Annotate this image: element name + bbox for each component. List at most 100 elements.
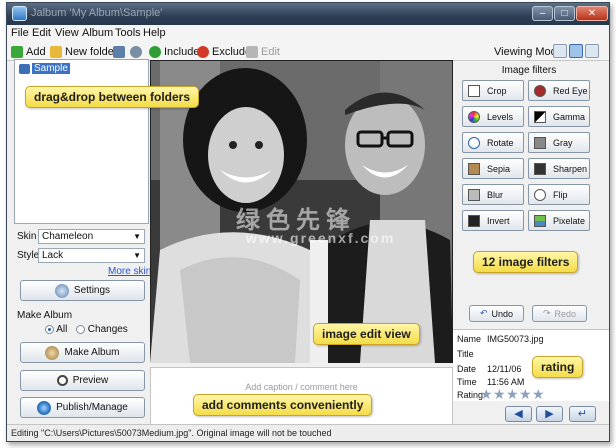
radio-changes-label: Changes	[87, 324, 128, 335]
make-album-group-label: Make Album	[17, 310, 73, 321]
rating-star-icon[interactable]: ★	[506, 387, 519, 401]
filter-gamma-label: Gamma	[553, 111, 586, 122]
thumbnail-view-icon[interactable]	[553, 44, 567, 58]
skin-select[interactable]: Chameleon ▼	[38, 229, 145, 244]
toolbar: Add New folder Include Exclude Edit View…	[7, 41, 609, 61]
menu-bar: File Edit View Album Tools Help	[7, 25, 609, 41]
close-button[interactable]: ✕	[576, 6, 608, 21]
app-window: Jalbum 'My Album\Sample' – □ ✕ File Edit…	[6, 2, 610, 442]
filter-rotate-button[interactable]: Rotate	[462, 132, 524, 153]
settings-tool-button[interactable]	[130, 44, 145, 59]
filter-flip-label: Flip	[553, 189, 568, 200]
undo-button[interactable]: ↶ Undo	[469, 305, 524, 322]
album-gears-icon	[45, 345, 60, 360]
filter-invert-label: Invert	[487, 215, 510, 226]
sepia-icon	[468, 162, 480, 175]
filter-blur-button[interactable]: Blur	[462, 184, 524, 205]
menu-file[interactable]: File	[11, 27, 29, 39]
menu-album[interactable]: Album	[82, 27, 113, 39]
make-album-button-label: Make Album	[64, 347, 120, 358]
tree-item-sample[interactable]: Sample	[19, 63, 70, 74]
return-button[interactable]: ↵	[569, 406, 596, 422]
edit-view-icon[interactable]	[569, 44, 583, 58]
edit-button[interactable]: Edit	[246, 44, 280, 59]
save-button[interactable]	[113, 44, 128, 59]
chevron-down-icon: ▼	[133, 251, 141, 260]
flip-icon	[534, 188, 546, 201]
filter-sharpen-label: Sharpen	[553, 163, 588, 174]
rating-star-icon[interactable]: ★	[493, 387, 506, 401]
filter-sepia-button[interactable]: Sepia	[462, 158, 524, 179]
filter-sharpen-button[interactable]: Sharpen	[528, 158, 590, 179]
eye-icon	[534, 84, 546, 97]
settings-button-label: Settings	[73, 285, 111, 296]
exclude-button[interactable]: Exclude	[197, 44, 251, 59]
folder-tree[interactable]: Sample	[14, 59, 149, 224]
style-select[interactable]: Lack ▼	[38, 248, 145, 263]
globe-icon	[37, 400, 52, 415]
radio-changes[interactable]: Changes	[76, 324, 128, 335]
maximize-button[interactable]: □	[554, 6, 575, 21]
rating-star-icon[interactable]: ★	[480, 387, 493, 401]
style-label: Style	[17, 250, 40, 261]
pencil-icon	[246, 45, 258, 58]
filter-levels-button[interactable]: Levels	[462, 106, 524, 127]
grayscale-icon	[534, 136, 546, 149]
new-folder-button[interactable]: New folder	[50, 44, 118, 59]
include-label: Include	[164, 45, 200, 58]
pixelate-icon	[534, 214, 546, 227]
disk-icon	[113, 45, 125, 58]
menu-help[interactable]: Help	[143, 27, 166, 39]
radio-all-label: All	[56, 324, 68, 335]
make-album-button[interactable]: Make Album	[20, 342, 145, 363]
filter-gray-label: Gray	[553, 137, 573, 148]
filter-pixelate-button[interactable]: Pixelate	[528, 210, 590, 231]
rating-star-icon[interactable]: ★	[532, 387, 545, 401]
radio-all-indicator	[45, 324, 54, 334]
publish-manage-button[interactable]: Publish/Manage	[20, 397, 145, 418]
title-bar: Jalbum 'My Album\Sample' – □ ✕	[7, 3, 609, 25]
window-title: Jalbum 'My Album\Sample'	[31, 7, 163, 19]
callout-rating: rating	[532, 356, 584, 378]
exclude-icon	[197, 45, 209, 58]
filter-red-eye-button[interactable]: Red Eye	[528, 80, 590, 101]
filter-flip-button[interactable]: Flip	[528, 184, 590, 205]
image-filters-title: Image filters	[501, 65, 557, 76]
filter-gamma-button[interactable]: Gamma	[528, 106, 590, 127]
filter-levels-label: Levels	[487, 111, 514, 122]
add-button[interactable]: Add	[11, 44, 46, 59]
preview-button-label: Preview	[72, 375, 109, 386]
filter-pixelate-label: Pixelate	[553, 215, 586, 226]
callout-image-edit-view: image edit view	[313, 323, 420, 345]
crop-icon	[468, 84, 480, 97]
color-wheel-icon	[468, 110, 480, 123]
name-value: IMG50073.jpg	[487, 334, 544, 344]
invert-icon	[468, 214, 480, 227]
name-label: Name	[457, 334, 482, 344]
callout-drag-drop: drag&drop between folders	[25, 86, 200, 108]
menu-tools[interactable]: Tools	[115, 27, 141, 39]
blur-icon	[468, 188, 480, 201]
plus-icon	[11, 45, 23, 58]
include-button[interactable]: Include	[149, 44, 199, 59]
new-folder-label: New folder	[65, 45, 118, 58]
date-value: 12/11/06	[487, 364, 522, 374]
radio-all[interactable]: All	[45, 324, 67, 335]
next-image-button[interactable]: ▶	[536, 406, 563, 422]
menu-view[interactable]: View	[55, 27, 79, 39]
filter-gray-button[interactable]: Gray	[528, 132, 590, 153]
previous-image-button[interactable]: ◀	[505, 406, 532, 422]
menu-edit[interactable]: Edit	[32, 27, 51, 39]
rating-star-icon[interactable]: ★	[519, 387, 532, 401]
filter-crop-button[interactable]: Crop	[462, 80, 524, 101]
rotate-icon	[468, 136, 480, 149]
slide-view-icon[interactable]	[585, 44, 599, 58]
settings-button[interactable]: Settings	[20, 280, 145, 301]
watermark-url: www.greenxf.com	[246, 230, 396, 246]
preview-button[interactable]: Preview	[20, 370, 145, 391]
minimize-button[interactable]: –	[532, 6, 553, 21]
redo-button[interactable]: ↷ Redo	[532, 305, 587, 322]
filter-invert-button[interactable]: Invert	[462, 210, 524, 231]
folder-icon	[50, 45, 62, 58]
callout-image-filters: 12 image filters	[473, 251, 579, 273]
